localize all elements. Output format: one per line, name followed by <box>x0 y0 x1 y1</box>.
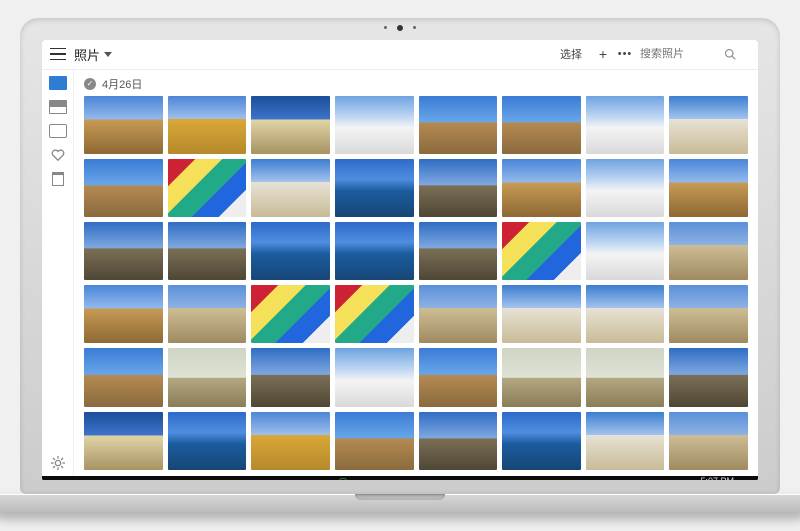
app-title-dropdown[interactable]: 照片 <box>74 45 112 64</box>
photo-thumbnail[interactable] <box>84 96 163 154</box>
photo-thumbnail[interactable] <box>168 96 247 154</box>
photo-thumbnail[interactable] <box>84 222 163 280</box>
chevron-down-icon <box>104 52 112 57</box>
photo-thumbnail[interactable] <box>84 159 163 217</box>
photo-thumbnail[interactable] <box>586 348 665 406</box>
clock-time: 5:07 PM <box>699 477 734 479</box>
sidebar <box>42 70 74 476</box>
photo-thumbnail[interactable] <box>419 222 498 280</box>
app-header: 照片 选择 + ••• <box>42 40 758 70</box>
photo-thumbnail[interactable] <box>168 348 247 406</box>
sidebar-item-trash[interactable] <box>52 172 64 186</box>
search-icon <box>724 48 736 60</box>
add-button[interactable]: + <box>596 47 610 61</box>
photo-thumbnail[interactable] <box>335 348 414 406</box>
photo-thumbnail[interactable] <box>586 222 665 280</box>
photo-thumbnail[interactable] <box>502 96 581 154</box>
photo-thumbnail[interactable] <box>251 96 330 154</box>
photo-thumbnail[interactable] <box>251 285 330 343</box>
photo-thumbnail[interactable] <box>168 285 247 343</box>
photo-thumbnail[interactable] <box>335 285 414 343</box>
photo-thumbnail[interactable] <box>586 96 665 154</box>
search-input[interactable] <box>640 48 720 60</box>
photo-thumbnail[interactable] <box>84 412 163 470</box>
photo-thumbnail[interactable] <box>168 222 247 280</box>
taskbar-app-explorer[interactable] <box>302 476 326 480</box>
taskbar: Ask me anything 5:07 PM 4/2/2015 <box>42 476 758 480</box>
more-options-button[interactable]: ••• <box>618 47 632 61</box>
photo-thumbnail[interactable] <box>502 348 581 406</box>
photo-thumbnail[interactable] <box>502 222 581 280</box>
photo-thumbnail[interactable] <box>84 348 163 406</box>
photo-thumbnail[interactable] <box>669 96 748 154</box>
sidebar-item-albums[interactable] <box>49 100 67 114</box>
date-group-header[interactable]: ✓ 4月26日 <box>84 76 748 92</box>
photo-grid-content: ✓ 4月26日 <box>74 70 758 476</box>
photo-thumbnail[interactable] <box>586 285 665 343</box>
photo-thumbnail[interactable] <box>669 412 748 470</box>
photo-thumbnail[interactable] <box>251 348 330 406</box>
start-button[interactable] <box>46 476 68 480</box>
photo-thumbnail[interactable] <box>502 285 581 343</box>
app-title-label: 照片 <box>74 45 100 64</box>
photo-thumbnail[interactable] <box>502 412 581 470</box>
photo-thumbnail[interactable] <box>335 222 414 280</box>
edge-icon <box>277 478 295 480</box>
photo-thumbnail[interactable] <box>669 159 748 217</box>
laptop-base <box>0 494 800 514</box>
photo-thumbnail[interactable] <box>335 159 414 217</box>
photo-thumbnail[interactable] <box>669 348 748 406</box>
task-view-button[interactable] <box>246 476 270 480</box>
photo-thumbnail[interactable] <box>419 285 498 343</box>
photo-thumbnail[interactable] <box>669 285 748 343</box>
photo-grid <box>84 96 748 470</box>
photo-thumbnail[interactable] <box>84 285 163 343</box>
sidebar-item-collection[interactable] <box>49 76 67 90</box>
sidebar-item-folders[interactable] <box>49 124 67 138</box>
photo-thumbnail[interactable] <box>419 412 498 470</box>
date-group-label: 4月26日 <box>102 76 142 92</box>
photo-thumbnail[interactable] <box>419 159 498 217</box>
photo-thumbnail[interactable] <box>251 159 330 217</box>
taskbar-app-store[interactable] <box>330 476 354 480</box>
settings-icon[interactable] <box>51 456 65 470</box>
cortana-search[interactable]: Ask me anything <box>72 476 242 480</box>
select-button[interactable]: 选择 <box>554 42 588 66</box>
taskbar-clock[interactable]: 5:07 PM 4/2/2015 <box>695 477 738 479</box>
taskbar-app-edge[interactable] <box>274 476 298 480</box>
search-box[interactable] <box>640 48 750 60</box>
laptop-camera <box>384 25 416 31</box>
photo-thumbnail[interactable] <box>419 96 498 154</box>
photo-thumbnail[interactable] <box>586 412 665 470</box>
photo-thumbnail[interactable] <box>335 412 414 470</box>
select-all-icon[interactable]: ✓ <box>84 78 96 90</box>
photo-thumbnail[interactable] <box>586 159 665 217</box>
photo-thumbnail[interactable] <box>251 222 330 280</box>
photo-thumbnail[interactable] <box>168 159 247 217</box>
hamburger-menu-icon[interactable] <box>50 46 66 62</box>
sidebar-item-favorites[interactable] <box>51 148 65 162</box>
photo-thumbnail[interactable] <box>419 348 498 406</box>
photo-thumbnail[interactable] <box>669 222 748 280</box>
photo-thumbnail[interactable] <box>502 159 581 217</box>
photo-thumbnail[interactable] <box>168 412 247 470</box>
photo-thumbnail[interactable] <box>335 96 414 154</box>
photo-thumbnail[interactable] <box>251 412 330 470</box>
